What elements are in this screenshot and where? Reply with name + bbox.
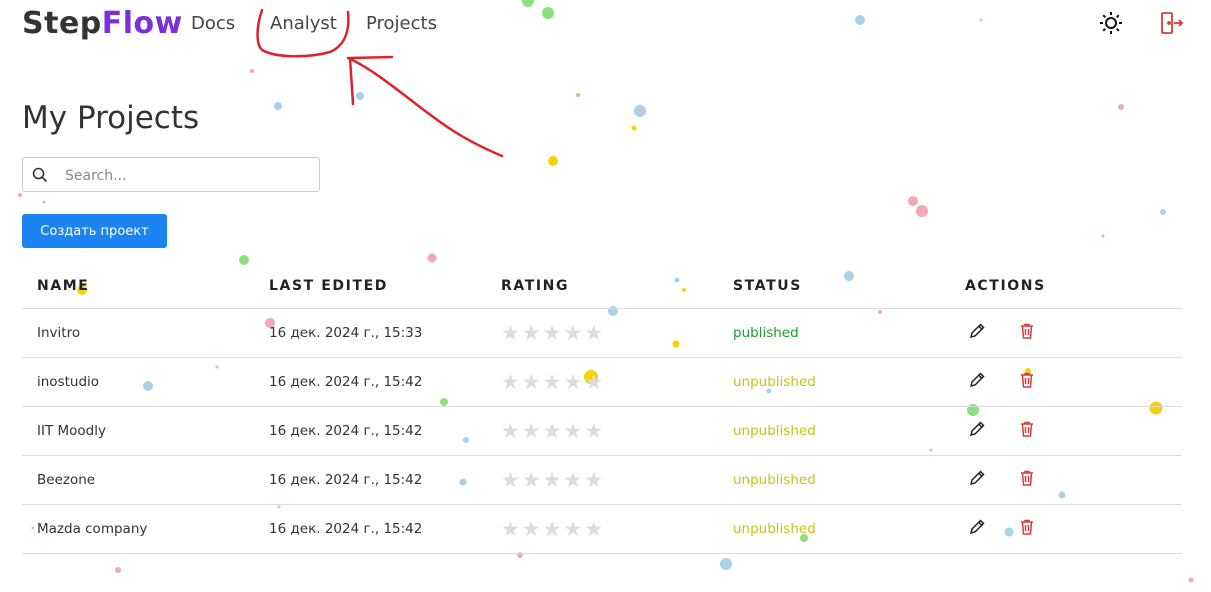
pencil-icon[interactable] xyxy=(967,517,989,539)
rating-star-icon[interactable]: ★ xyxy=(543,517,562,541)
rating-star-icon[interactable]: ★ xyxy=(584,370,603,394)
row-actions xyxy=(967,419,1039,441)
rating-star-icon[interactable]: ★ xyxy=(563,419,582,443)
nav-projects[interactable]: Projects xyxy=(366,13,437,34)
status-label: unpublished xyxy=(733,423,816,439)
row-actions xyxy=(967,370,1039,392)
page-title: My Projects xyxy=(22,100,200,136)
table-row[interactable]: Mazda company 16 дек. 2024 г., 15:42 ★★★★★… xyxy=(22,505,1182,554)
trash-icon[interactable] xyxy=(1017,517,1039,539)
search-icon xyxy=(32,167,48,183)
column-header-status: STATUS xyxy=(733,278,802,294)
rating-star-icon[interactable]: ★ xyxy=(584,419,603,443)
table-row[interactable]: IIT Moodly 16 дек. 2024 г., 15:42 ★★★★★ unp… xyxy=(22,407,1182,456)
row-actions xyxy=(967,468,1039,490)
rating-star-icon[interactable]: ★ xyxy=(563,370,582,394)
pencil-icon[interactable] xyxy=(967,321,989,343)
trash-icon[interactable] xyxy=(1017,321,1039,343)
column-header-name: NAME xyxy=(37,278,90,294)
table-row[interactable]: inostudio 16 дек. 2024 г., 15:42 ★★★★★ unpu… xyxy=(22,358,1182,407)
table-row[interactable]: Beezone 16 дек. 2024 г., 15:42 ★★★★★ unpubl… xyxy=(22,456,1182,505)
logo-part1: Step xyxy=(22,6,102,41)
row-actions xyxy=(967,321,1039,343)
rating-star-icon[interactable]: ★ xyxy=(501,468,520,492)
projects-table: NAME LAST EDITED RATING STATUS ACTIONS I… xyxy=(22,266,1182,554)
rating-star-icon[interactable]: ★ xyxy=(543,468,562,492)
stepflow-logo[interactable]: StepFlow xyxy=(22,6,183,41)
rating-star-icon[interactable]: ★ xyxy=(522,468,541,492)
rating-stars: ★★★★★ xyxy=(501,420,605,442)
last-edited: 16 дек. 2024 г., 15:42 xyxy=(269,472,423,488)
pencil-icon[interactable] xyxy=(967,468,989,490)
rating-star-icon[interactable]: ★ xyxy=(522,370,541,394)
rating-star-icon[interactable]: ★ xyxy=(501,370,520,394)
project-name[interactable]: IIT Moodly xyxy=(37,423,106,439)
status-label: unpublished xyxy=(733,374,816,390)
rating-star-icon[interactable]: ★ xyxy=(522,321,541,345)
last-edited: 16 дек. 2024 г., 15:42 xyxy=(269,521,423,537)
trash-icon[interactable] xyxy=(1017,370,1039,392)
search-input[interactable] xyxy=(63,164,317,188)
rating-star-icon[interactable]: ★ xyxy=(543,419,562,443)
column-header-actions: ACTIONS xyxy=(965,278,1046,294)
trash-icon[interactable] xyxy=(1017,419,1039,441)
rating-star-icon[interactable]: ★ xyxy=(543,370,562,394)
rating-star-icon[interactable]: ★ xyxy=(563,321,582,345)
last-edited: 16 дек. 2024 г., 15:33 xyxy=(269,325,423,341)
rating-star-icon[interactable]: ★ xyxy=(543,321,562,345)
project-name[interactable]: Beezone xyxy=(37,472,95,488)
rating-stars: ★★★★★ xyxy=(501,322,605,344)
rating-star-icon[interactable]: ★ xyxy=(522,419,541,443)
column-header-last-edited: LAST EDITED xyxy=(269,278,388,294)
rating-star-icon[interactable]: ★ xyxy=(501,321,520,345)
rating-stars: ★★★★★ xyxy=(501,518,605,540)
rating-star-icon[interactable]: ★ xyxy=(501,419,520,443)
pencil-icon[interactable] xyxy=(967,370,989,392)
table-body: Invitro 16 дек. 2024 г., 15:33 ★★★★★ publis… xyxy=(22,309,1182,554)
last-edited: 16 дек. 2024 г., 15:42 xyxy=(269,374,423,390)
status-label: unpublished xyxy=(733,472,816,488)
row-actions xyxy=(967,517,1039,539)
top-navbar: StepFlow Docs Analyst Projects xyxy=(0,0,1211,50)
sun-icon[interactable] xyxy=(1098,10,1124,36)
logo-part2: Flow xyxy=(101,6,183,41)
rating-star-icon[interactable]: ★ xyxy=(584,321,603,345)
rating-star-icon[interactable]: ★ xyxy=(584,468,603,492)
logout-icon[interactable] xyxy=(1158,10,1184,36)
status-label: unpublished xyxy=(733,521,816,537)
rating-stars: ★★★★★ xyxy=(501,469,605,491)
rating-star-icon[interactable]: ★ xyxy=(522,517,541,541)
rating-star-icon[interactable]: ★ xyxy=(584,517,603,541)
project-name[interactable]: Invitro xyxy=(37,325,80,341)
rating-star-icon[interactable]: ★ xyxy=(563,517,582,541)
nav-analyst[interactable]: Analyst xyxy=(270,13,337,34)
nav-docs[interactable]: Docs xyxy=(191,13,235,34)
trash-icon[interactable] xyxy=(1017,468,1039,490)
rating-star-icon[interactable]: ★ xyxy=(501,517,520,541)
last-edited: 16 дек. 2024 г., 15:42 xyxy=(269,423,423,439)
project-name[interactable]: inostudio xyxy=(37,374,99,390)
table-header: NAME LAST EDITED RATING STATUS ACTIONS xyxy=(22,266,1182,309)
table-row[interactable]: Invitro 16 дек. 2024 г., 15:33 ★★★★★ publis… xyxy=(22,309,1182,358)
create-project-button[interactable]: Создать проект xyxy=(22,214,167,248)
pencil-icon[interactable] xyxy=(967,419,989,441)
rating-stars: ★★★★★ xyxy=(501,371,605,393)
status-label: published xyxy=(733,325,799,341)
search-box xyxy=(22,157,320,192)
project-name[interactable]: Mazda company xyxy=(37,521,147,537)
column-header-rating: RATING xyxy=(501,278,570,294)
rating-star-icon[interactable]: ★ xyxy=(563,468,582,492)
